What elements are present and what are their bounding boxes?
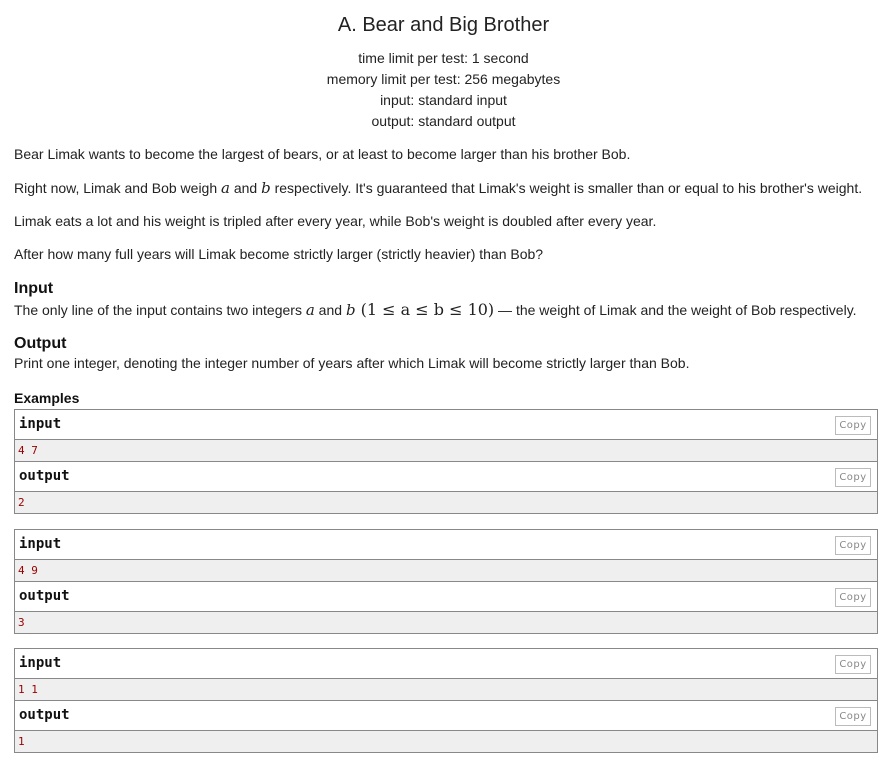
- output-label: output: [19, 588, 70, 604]
- time-limit: time limit per test: 1 second: [358, 50, 529, 66]
- output-section-title: Output: [14, 335, 67, 352]
- example-input-value: 1 1: [15, 679, 877, 701]
- example-input-value: 4 9: [15, 560, 877, 582]
- variable-a: a: [221, 179, 230, 197]
- output-section-text: Print one integer, denoting the integer …: [14, 355, 690, 371]
- text-fragment: and: [229, 180, 262, 196]
- statement-paragraph-4: After how many full years will Limak bec…: [14, 246, 544, 262]
- example-input-header: input Copy: [15, 530, 877, 560]
- problem-title: A. Bear and Big Brother: [337, 14, 550, 36]
- example-output-value: 1: [15, 731, 877, 752]
- example-input-header: input Copy: [15, 410, 877, 440]
- example-input-value: 4 7: [15, 440, 877, 462]
- statement-paragraph-1: Bear Limak wants to become the largest o…: [14, 146, 631, 162]
- example-input-header: input Copy: [15, 649, 877, 679]
- statement-paragraph-3: Limak eats a lot and his weight is tripl…: [14, 213, 657, 229]
- copy-input-button[interactable]: Copy: [835, 655, 871, 674]
- copy-output-button[interactable]: Copy: [835, 707, 871, 726]
- input-label: input: [19, 416, 62, 432]
- variable-b: b: [345, 301, 356, 319]
- input-section-title: Input: [14, 280, 54, 297]
- example-output-header: output Copy: [15, 701, 877, 731]
- output-label: output: [19, 707, 70, 723]
- example-output-value: 2: [15, 492, 877, 513]
- statement-paragraph-2: Right now, Limak and Bob weigh a and b r…: [14, 179, 862, 197]
- example-output-header: output Copy: [15, 582, 877, 612]
- example-output-header: output Copy: [15, 462, 877, 492]
- variable-a: a: [305, 301, 315, 319]
- text-fragment: Right now, Limak and Bob weigh: [14, 180, 222, 196]
- output-file: output: standard output: [371, 113, 516, 129]
- example-output-value: 3: [15, 612, 877, 633]
- input-label: input: [19, 536, 62, 552]
- copy-input-button[interactable]: Copy: [835, 536, 871, 555]
- input-section-text: The only line of the input contains two …: [14, 300, 857, 319]
- copy-output-button[interactable]: Copy: [835, 468, 871, 487]
- text-fragment: The only line of the input contains two …: [14, 302, 306, 318]
- input-file: input: standard input: [380, 92, 507, 108]
- constraint-formula: (1 ≤ a ≤ b ≤ 10): [355, 300, 495, 319]
- memory-limit: memory limit per test: 256 megabytes: [326, 71, 561, 87]
- text-fragment: respectively. It's guaranteed that Limak…: [270, 180, 863, 196]
- copy-output-button[interactable]: Copy: [835, 588, 871, 607]
- text-fragment: and: [314, 302, 346, 318]
- limits-block: time limit per test: 1 second memory lim…: [0, 49, 887, 133]
- examples-title: Examples: [14, 390, 80, 406]
- text-fragment: — the weight of Limak and the weight of …: [494, 302, 857, 318]
- example-block: input Copy 4 9 output Copy 3: [14, 529, 878, 634]
- copy-input-button[interactable]: Copy: [835, 416, 871, 435]
- variable-b: b: [261, 179, 271, 197]
- example-block: input Copy 1 1 output Copy 1: [14, 648, 878, 753]
- example-block: input Copy 4 7 output Copy 2: [14, 409, 878, 514]
- input-label: input: [19, 655, 62, 671]
- output-label: output: [19, 468, 70, 484]
